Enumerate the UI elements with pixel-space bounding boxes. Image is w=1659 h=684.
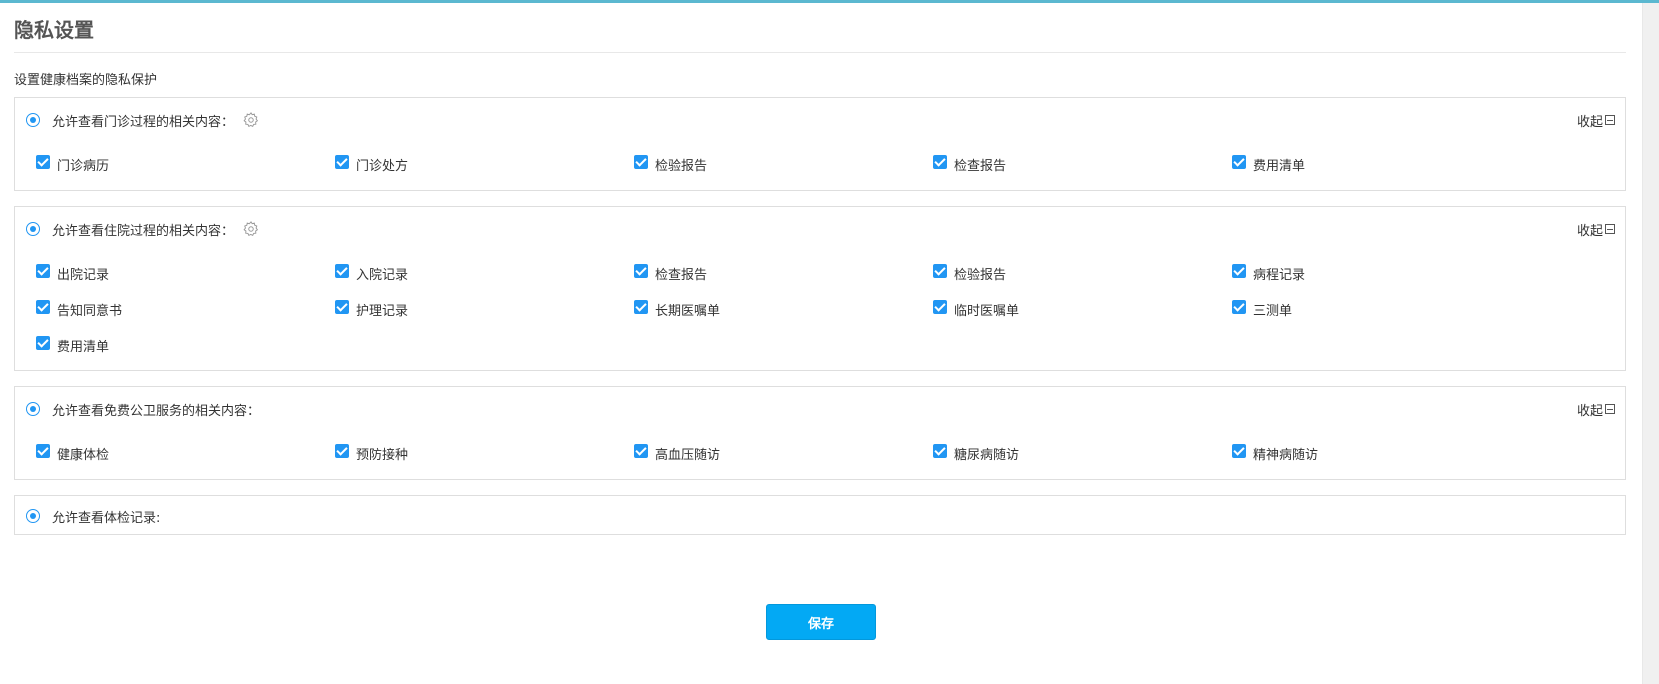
option-label: 护理记录 xyxy=(356,304,409,319)
collapse-minus-icon xyxy=(1605,115,1615,125)
section-title: 允许查看门诊过程的相关内容： xyxy=(52,114,235,130)
collapse-minus-icon xyxy=(1605,404,1615,414)
option-checkbox[interactable]: 护理记录 xyxy=(335,300,634,320)
gear-icon[interactable] xyxy=(242,220,260,238)
option-label: 费用清单 xyxy=(1253,159,1306,174)
option-checkbox[interactable]: 病程记录 xyxy=(1232,264,1531,284)
section-physical-exam: 允许查看体检记录: xyxy=(14,495,1626,535)
option-checkbox[interactable]: 健康体检 xyxy=(36,444,335,464)
option-checkbox[interactable]: 检查报告 xyxy=(634,264,933,284)
collapse-minus-icon xyxy=(1605,224,1615,234)
option-label: 入院记录 xyxy=(356,268,409,283)
collapse-label: 收起 xyxy=(1576,114,1603,130)
option-checkbox[interactable]: 费用清单 xyxy=(36,336,335,356)
option-checkbox[interactable]: 检查报告 xyxy=(933,155,1232,175)
collapse-toggle[interactable]: 收起 xyxy=(1577,110,1615,130)
option-label: 预防接种 xyxy=(356,448,409,463)
checkbox-checked-icon[interactable] xyxy=(634,155,648,169)
top-accent-bar xyxy=(0,0,1659,3)
option-grid: 出院记录 入院记录 检查报告 检验报告 病程记录 告知同意书 护理记录 长期医嘱… xyxy=(36,264,1625,372)
checkbox-checked-icon[interactable] xyxy=(933,300,947,314)
option-checkbox[interactable]: 糖尿病随访 xyxy=(933,444,1232,464)
checkbox-checked-icon[interactable] xyxy=(36,300,50,314)
option-checkbox[interactable]: 临时医嘱单 xyxy=(933,300,1232,320)
section-public-health: 允许查看免费公卫服务的相关内容： 收起 健康体检 预防接种 高血压随访 糖尿病随… xyxy=(14,386,1626,480)
checkbox-checked-icon[interactable] xyxy=(36,336,50,350)
option-checkbox[interactable]: 三测单 xyxy=(1232,300,1531,320)
option-checkbox[interactable]: 入院记录 xyxy=(335,264,634,284)
option-label: 健康体检 xyxy=(57,448,110,463)
radio-selected-icon[interactable] xyxy=(26,113,40,127)
option-checkbox[interactable]: 费用清单 xyxy=(1232,155,1531,175)
option-checkbox[interactable]: 高血压随访 xyxy=(634,444,933,464)
option-grid: 健康体检 预防接种 高血压随访 糖尿病随访 精神病随访 xyxy=(36,444,1625,480)
section-header: 允许查看体检记录: xyxy=(26,506,160,526)
collapse-label: 收起 xyxy=(1576,403,1603,419)
checkbox-checked-icon[interactable] xyxy=(634,444,648,458)
section-inpatient: 允许查看住院过程的相关内容： 收起 出院记录 入院记录 检查报告 检验报告 病程… xyxy=(14,206,1626,371)
option-label: 门诊病历 xyxy=(57,159,110,174)
vertical-scrollbar[interactable] xyxy=(1642,3,1659,684)
option-label: 检验报告 xyxy=(655,159,708,174)
section-title: 允许查看免费公卫服务的相关内容： xyxy=(52,403,261,419)
option-checkbox[interactable]: 门诊病历 xyxy=(36,155,335,175)
collapse-toggle[interactable]: 收起 xyxy=(1577,219,1615,239)
option-label: 精神病随访 xyxy=(1253,448,1319,463)
checkbox-checked-icon[interactable] xyxy=(335,264,349,278)
option-label: 检验报告 xyxy=(954,268,1007,283)
option-checkbox[interactable]: 精神病随访 xyxy=(1232,444,1531,464)
gear-icon[interactable] xyxy=(242,111,260,129)
option-checkbox[interactable]: 长期医嘱单 xyxy=(634,300,933,320)
checkbox-checked-icon[interactable] xyxy=(1232,264,1246,278)
checkbox-checked-icon[interactable] xyxy=(335,155,349,169)
checkbox-checked-icon[interactable] xyxy=(1232,155,1246,169)
option-label: 出院记录 xyxy=(57,268,110,283)
option-label: 长期医嘱单 xyxy=(655,304,721,319)
option-label: 糖尿病随访 xyxy=(954,448,1020,463)
section-title: 允许查看住院过程的相关内容： xyxy=(52,223,235,239)
option-label: 检查报告 xyxy=(954,159,1007,174)
option-label: 高血压随访 xyxy=(655,448,721,463)
option-grid: 门诊病历 门诊处方 检验报告 检查报告 费用清单 xyxy=(36,155,1625,191)
option-label: 病程记录 xyxy=(1253,268,1306,283)
option-label: 告知同意书 xyxy=(57,304,123,319)
checkbox-checked-icon[interactable] xyxy=(36,444,50,458)
checkbox-checked-icon[interactable] xyxy=(634,264,648,278)
section-header: 允许查看免费公卫服务的相关内容： xyxy=(26,399,260,419)
collapse-toggle[interactable]: 收起 xyxy=(1577,399,1615,419)
checkbox-checked-icon[interactable] xyxy=(1232,444,1246,458)
radio-selected-icon[interactable] xyxy=(26,402,40,416)
section-header: 允许查看门诊过程的相关内容： xyxy=(26,110,260,130)
checkbox-checked-icon[interactable] xyxy=(36,155,50,169)
checkbox-checked-icon[interactable] xyxy=(335,444,349,458)
page-title: 隐私设置 xyxy=(14,18,94,42)
radio-selected-icon[interactable] xyxy=(26,509,40,523)
section-title: 允许查看体检记录: xyxy=(52,510,161,526)
option-label: 三测单 xyxy=(1253,304,1293,319)
option-checkbox[interactable]: 出院记录 xyxy=(36,264,335,284)
option-label: 费用清单 xyxy=(57,340,110,355)
checkbox-checked-icon[interactable] xyxy=(933,444,947,458)
checkbox-checked-icon[interactable] xyxy=(634,300,648,314)
option-checkbox[interactable]: 告知同意书 xyxy=(36,300,335,320)
title-divider xyxy=(14,52,1626,53)
checkbox-checked-icon[interactable] xyxy=(36,264,50,278)
checkbox-checked-icon[interactable] xyxy=(933,155,947,169)
option-checkbox[interactable]: 预防接种 xyxy=(335,444,634,464)
option-checkbox[interactable]: 门诊处方 xyxy=(335,155,634,175)
option-checkbox[interactable]: 检验报告 xyxy=(634,155,933,175)
option-checkbox[interactable]: 检验报告 xyxy=(933,264,1232,284)
section-outpatient: 允许查看门诊过程的相关内容： 收起 门诊病历 门诊处方 检验报告 检查报告 费用… xyxy=(14,97,1626,191)
option-label: 临时医嘱单 xyxy=(954,304,1020,319)
radio-selected-icon[interactable] xyxy=(26,222,40,236)
option-label: 门诊处方 xyxy=(356,159,409,174)
option-label: 检查报告 xyxy=(655,268,708,283)
checkbox-checked-icon[interactable] xyxy=(1232,300,1246,314)
save-button[interactable]: 保存 xyxy=(766,604,876,640)
page-subtitle: 设置健康档案的隐私保护 xyxy=(14,73,158,88)
checkbox-checked-icon[interactable] xyxy=(335,300,349,314)
collapse-label: 收起 xyxy=(1576,223,1603,239)
section-header: 允许查看住院过程的相关内容： xyxy=(26,219,260,239)
checkbox-checked-icon[interactable] xyxy=(933,264,947,278)
